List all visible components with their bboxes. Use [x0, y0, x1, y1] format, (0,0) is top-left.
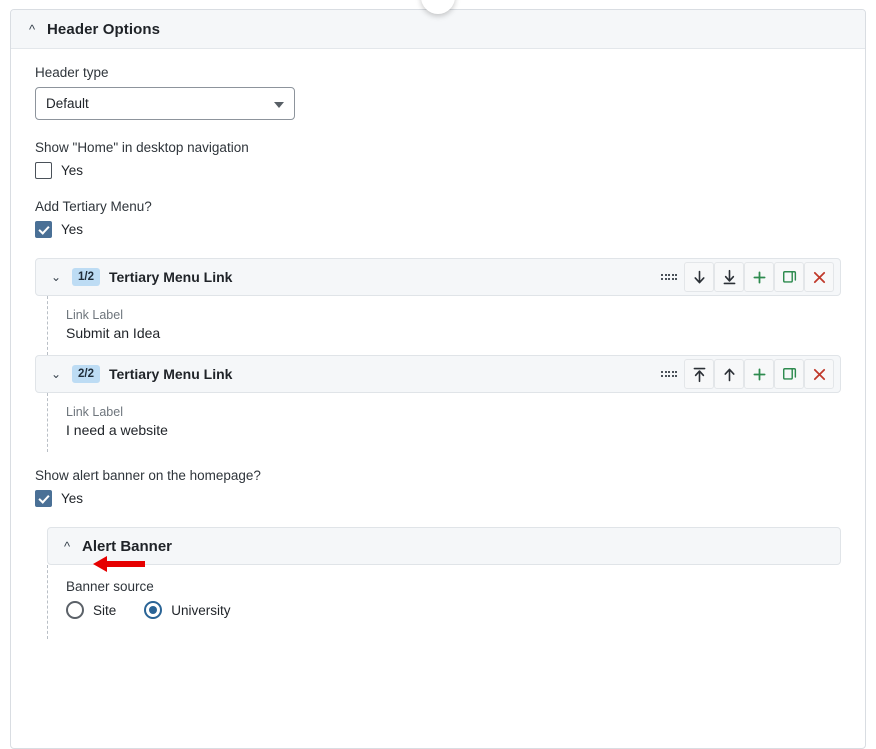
page-title: Header Options: [47, 20, 161, 38]
show-home-checkbox[interactable]: [35, 162, 52, 179]
drag-handle-icon[interactable]: [654, 359, 684, 389]
show-alert-banner-label: Show alert banner on the homepage?: [35, 468, 261, 483]
banner-source-radio[interactable]: [66, 601, 84, 619]
add-item-icon[interactable]: [744, 262, 774, 292]
header-options-panel-body: Header type Default Show "Home" in deskt…: [11, 49, 865, 659]
banner-source-radio[interactable]: [144, 601, 163, 619]
tertiary-menu-link-header[interactable]: ⌄ 2/2 Tertiary Menu Link: [35, 355, 841, 393]
banner-source-option-label: University: [171, 602, 231, 618]
chevron-up-icon[interactable]: ^: [25, 23, 39, 36]
header-options-panel-header[interactable]: ^ Header Options: [11, 10, 865, 49]
tertiary-menu-link-body: Link Label Submit an Idea: [47, 296, 841, 355]
alert-banner-title: Alert Banner: [82, 537, 173, 555]
duplicate-item-icon[interactable]: [774, 262, 804, 292]
tertiary-menu-link-item: ⌄ 2/2 Tertiary Menu Link Link Label I need a…: [35, 355, 841, 452]
link-label-value: I need a website: [66, 422, 168, 438]
chevron-up-icon[interactable]: ^: [60, 540, 74, 553]
add-item-icon[interactable]: [744, 359, 774, 389]
link-label-label: Link Label: [66, 405, 123, 419]
tertiary-menu-link-body: Link Label I need a website: [47, 393, 841, 452]
add-tertiary-menu-checkbox[interactable]: [35, 221, 52, 238]
tertiary-menu-link-title: Tertiary Menu Link: [109, 269, 233, 285]
tertiary-menu-link-title: Tertiary Menu Link: [109, 366, 233, 382]
remove-item-icon[interactable]: [804, 262, 834, 292]
item-index-badge: 2/2: [72, 364, 100, 384]
header-type-field: Header type Default: [35, 65, 841, 120]
show-alert-banner-field: Show alert banner on the homepage? Yes: [35, 468, 841, 507]
tertiary-menu-repeater: ⌄ 1/2 Tertiary Menu Link Link Label Submit a…: [35, 258, 841, 452]
link-label-value: Submit an Idea: [66, 325, 161, 341]
move-up-icon[interactable]: [714, 359, 744, 389]
banner-source-option[interactable]: Site: [66, 601, 116, 619]
show-home-field: Show "Home" in desktop navigation Yes: [35, 140, 841, 179]
add-tertiary-menu-field: Add Tertiary Menu? Yes: [35, 199, 841, 238]
header-type-label: Header type: [35, 65, 109, 80]
alert-banner-panel-body: Banner source Site University: [47, 565, 841, 639]
header-type-select[interactable]: Default: [35, 87, 295, 120]
alert-banner-panel: ^ Alert Banner Banner source Site Univers…: [35, 527, 841, 639]
banner-source-radio-group: Site University: [66, 601, 841, 619]
show-home-checkbox-label: Yes: [61, 163, 84, 178]
remove-item-icon[interactable]: [804, 359, 834, 389]
item-toolbar: [654, 359, 834, 389]
add-tertiary-menu-checkbox-row[interactable]: Yes: [35, 221, 841, 238]
show-alert-banner-checkbox-row[interactable]: Yes: [35, 490, 841, 507]
chevron-down-icon: [274, 101, 284, 108]
add-tertiary-menu-label: Add Tertiary Menu?: [35, 199, 152, 214]
banner-source-option[interactable]: University: [144, 601, 231, 619]
alert-banner-panel-header[interactable]: ^ Alert Banner: [47, 527, 841, 565]
chevron-down-icon[interactable]: ⌄: [48, 367, 64, 381]
header-options-panel: ^ Header Options Header type Default Sho…: [10, 9, 866, 749]
drag-handle-icon[interactable]: [654, 262, 684, 292]
header-type-value: Default: [46, 96, 89, 111]
chevron-down-icon[interactable]: ⌄: [48, 270, 64, 284]
move-to-top-icon[interactable]: [684, 359, 714, 389]
item-toolbar: [654, 262, 834, 292]
duplicate-item-icon[interactable]: [774, 359, 804, 389]
show-home-checkbox-row[interactable]: Yes: [35, 162, 841, 179]
item-index-badge: 1/2: [72, 267, 100, 287]
banner-source-option-label: Site: [93, 602, 117, 618]
show-home-label: Show "Home" in desktop navigation: [35, 140, 249, 155]
banner-source-label: Banner source: [66, 579, 154, 594]
add-tertiary-menu-checkbox-label: Yes: [61, 222, 84, 237]
move-down-icon[interactable]: [684, 262, 714, 292]
move-to-bottom-icon[interactable]: [714, 262, 744, 292]
tertiary-menu-link-header[interactable]: ⌄ 1/2 Tertiary Menu Link: [35, 258, 841, 296]
link-label-label: Link Label: [66, 308, 123, 322]
tertiary-menu-link-item: ⌄ 1/2 Tertiary Menu Link Link Label Submit a…: [35, 258, 841, 355]
show-alert-banner-checkbox-label: Yes: [61, 491, 84, 506]
show-alert-banner-checkbox[interactable]: [35, 490, 52, 507]
